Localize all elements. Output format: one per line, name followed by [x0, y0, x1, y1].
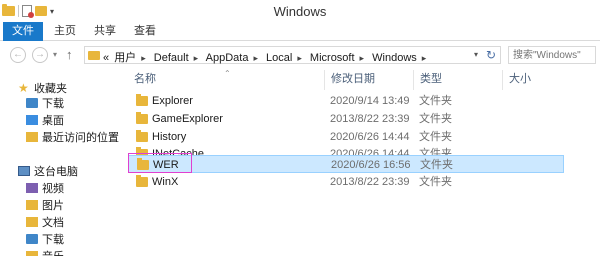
nav-item-label: 下载 — [42, 234, 64, 246]
nav-item-documents[interactable]: 文档 — [26, 215, 64, 232]
tab-file[interactable]: 文件 — [3, 22, 43, 41]
star-icon: ★ — [18, 81, 29, 95]
chevron-right-icon[interactable]: ▸ — [422, 53, 427, 63]
nav-item-favorites[interactable]: ★ 收藏夹 — [18, 80, 67, 97]
back-button[interactable]: ← — [10, 47, 26, 63]
file-row[interactable]: History 2020/6/26 14:44 文件夹 — [128, 128, 564, 146]
search-input[interactable] — [509, 47, 595, 63]
breadcrumb-item[interactable]: Default — [154, 52, 189, 64]
pictures-icon — [26, 200, 38, 210]
tab-share[interactable]: 共享 — [92, 22, 118, 41]
chevron-right-icon[interactable]: ▸ — [194, 53, 199, 63]
video-icon — [26, 183, 38, 193]
column-header-size[interactable]: 大小 — [502, 70, 582, 90]
music-icon — [26, 251, 38, 256]
file-date: 2013/8/22 23:39 — [330, 176, 410, 188]
nav-item-label: 这台电脑 — [34, 166, 78, 178]
recent-locations-dropdown[interactable]: ▾ — [53, 50, 57, 59]
file-row[interactable]: GameExplorer 2013/8/22 23:39 文件夹 — [128, 110, 564, 128]
nav-item-downloads[interactable]: 下载 — [26, 96, 64, 113]
breadcrumb-item[interactable]: AppData — [206, 52, 249, 64]
chevron-right-icon[interactable]: ▸ — [360, 53, 365, 63]
breadcrumb-item[interactable]: Windows — [372, 52, 417, 64]
nav-item-downloads-pc[interactable]: 下载 — [26, 232, 64, 249]
file-type: 文件夹 — [420, 159, 453, 171]
forward-button[interactable]: → — [32, 47, 48, 63]
file-type: 文件夹 — [419, 113, 452, 125]
breadcrumb-overflow[interactable]: « — [103, 52, 109, 64]
file-row[interactable]: Explorer 2020/9/14 13:49 文件夹 — [128, 92, 564, 110]
nav-item-label: 图片 — [42, 200, 64, 212]
tab-view[interactable]: 查看 — [132, 22, 158, 41]
column-header-type[interactable]: 类型 — [413, 70, 502, 90]
recent-places-icon — [26, 132, 38, 142]
file-name: WinX — [152, 176, 179, 188]
breadcrumb-item[interactable]: Local — [266, 52, 292, 64]
file-name: History — [152, 131, 187, 143]
file-row[interactable]: WinX 2013/8/22 23:39 文件夹 — [128, 173, 564, 191]
up-button[interactable]: ↑ — [66, 47, 73, 63]
column-header-date[interactable]: 修改日期 — [324, 70, 413, 90]
folder-icon — [88, 51, 100, 60]
nav-item-videos[interactable]: 视频 — [26, 181, 64, 198]
folder-icon — [136, 130, 148, 142]
breadcrumb: « 用户 ▸ Default ▸ AppData ▸ Local ▸ Microsoft… — [103, 49, 431, 65]
nav-item-label: 视频 — [42, 183, 64, 195]
file-type: 文件夹 — [419, 131, 452, 143]
nav-item-label: 最近访问的位置 — [42, 132, 119, 144]
title-bar: ▾ Windows — [0, 0, 600, 22]
column-headers: 名称 修改日期 类型 大小 — [128, 70, 600, 90]
nav-item-label: 音乐 — [42, 251, 64, 256]
desktop-icon — [26, 115, 38, 125]
file-type: 文件夹 — [419, 176, 452, 188]
breadcrumb-item[interactable]: 用户 — [114, 52, 136, 64]
search-box[interactable] — [508, 46, 596, 64]
chevron-right-icon[interactable]: ▸ — [297, 53, 302, 63]
nav-item-label: 桌面 — [42, 115, 64, 127]
nav-item-desktop[interactable]: 桌面 — [26, 113, 64, 130]
download-icon — [26, 98, 38, 108]
nav-item-label: 文档 — [42, 217, 64, 229]
chevron-right-icon[interactable]: ▸ — [141, 53, 146, 63]
nav-item-label: 收藏夹 — [34, 83, 67, 95]
folder-icon — [136, 112, 148, 124]
computer-icon — [18, 166, 30, 176]
window-title: Windows — [273, 4, 327, 19]
folder-icon — [136, 175, 148, 187]
chevron-right-icon[interactable]: ▸ — [253, 53, 258, 63]
tab-home[interactable]: 主页 — [52, 22, 78, 41]
breadcrumb-item[interactable]: Microsoft — [310, 52, 355, 64]
nav-item-label: 下载 — [42, 98, 64, 110]
file-date: 2020/6/26 16:56 — [331, 159, 411, 171]
refresh-icon[interactable]: ↻ — [486, 48, 496, 62]
documents-icon — [26, 217, 38, 227]
address-row: ← → ▾ ↑ « 用户 ▸ Default ▸ AppData ▸ Local ▸ M… — [0, 42, 600, 68]
file-date: 2020/6/26 14:44 — [330, 131, 410, 143]
nav-item-this-pc[interactable]: 这台电脑 — [18, 164, 78, 181]
file-date: 2020/9/14 13:49 — [330, 95, 410, 107]
file-name: Explorer — [152, 95, 193, 107]
annotation-highlight-box — [128, 153, 192, 173]
ribbon-tabs: 文件 主页 共享 查看 — [0, 22, 600, 41]
address-bar[interactable]: « 用户 ▸ Default ▸ AppData ▸ Local ▸ Microsoft… — [84, 46, 501, 64]
file-row-selected[interactable]: WER 2020/6/26 16:56 文件夹 — [128, 155, 564, 173]
file-type: 文件夹 — [419, 95, 452, 107]
nav-item-music[interactable]: 音乐 — [26, 249, 64, 256]
address-dropdown-icon[interactable]: ▾ — [474, 50, 478, 59]
folder-icon — [136, 94, 148, 106]
navigation-pane: ★ 收藏夹 下载 桌面 最近访问的位置 这台电脑 视频 图片 文档 下载 音乐 — [0, 70, 120, 256]
download-icon — [26, 234, 38, 244]
nav-item-recent-places[interactable]: 最近访问的位置 — [26, 130, 119, 147]
file-date: 2013/8/22 23:39 — [330, 113, 410, 125]
nav-item-pictures[interactable]: 图片 — [26, 198, 64, 215]
file-name: GameExplorer — [152, 113, 223, 125]
column-header-name[interactable]: 名称 — [128, 70, 324, 90]
